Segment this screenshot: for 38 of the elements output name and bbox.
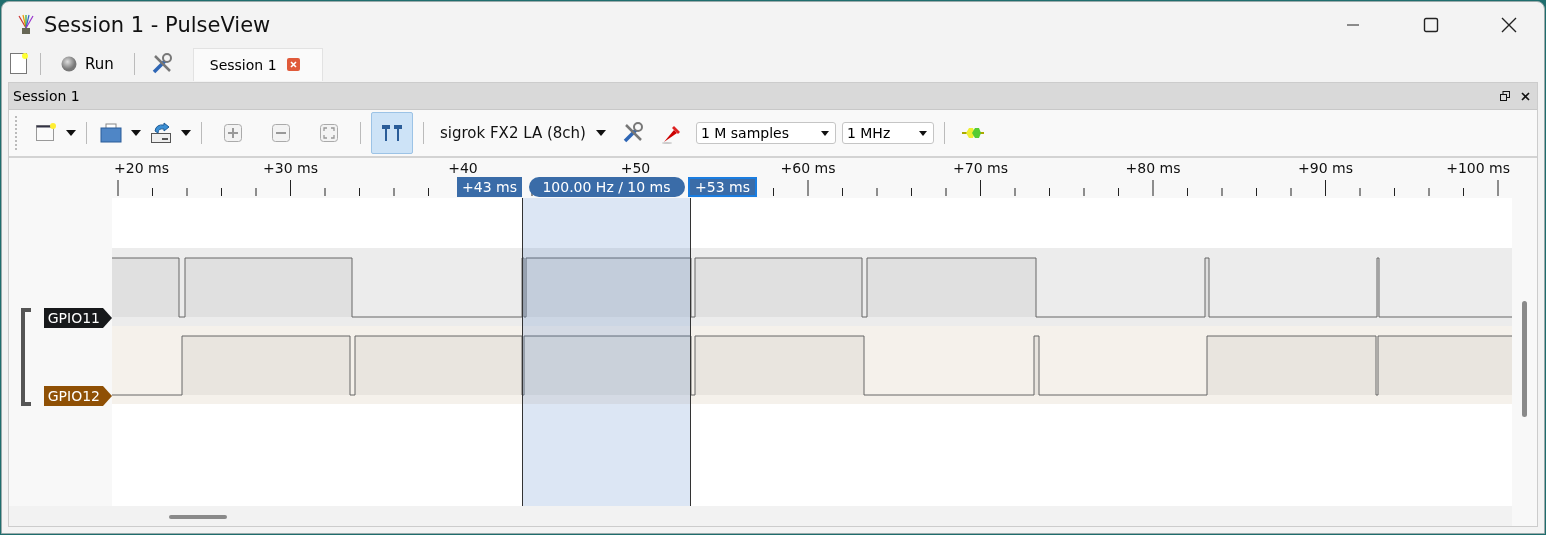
- caret-icon: [918, 130, 927, 136]
- maximize-icon[interactable]: [1423, 17, 1439, 33]
- cursor-flag[interactable]: +43 ms: [457, 177, 522, 197]
- close-icon[interactable]: [1520, 91, 1530, 101]
- cursor-span-label[interactable]: 100.00 Hz / 10 ms: [528, 177, 685, 197]
- close-icon[interactable]: [1501, 17, 1517, 33]
- time-label: +70 ms: [953, 160, 1008, 176]
- time-label: +60 ms: [780, 160, 836, 176]
- time-label: +30 ms: [263, 160, 318, 176]
- app-icon: [16, 14, 36, 36]
- session-tab[interactable]: Session 1: [192, 47, 323, 81]
- time-label: +100 ms: [1446, 160, 1510, 176]
- caret-icon[interactable]: [66, 130, 76, 136]
- float-icon[interactable]: [1500, 91, 1510, 101]
- run-button[interactable]: Run: [53, 53, 122, 75]
- window-title: Session 1 - PulseView: [44, 13, 272, 37]
- caret-icon: [595, 130, 606, 136]
- samplerate-dropdown[interactable]: 1 MHz: [841, 122, 934, 144]
- circle-icon: [61, 56, 77, 72]
- time-label: +20 ms: [114, 160, 169, 176]
- caret-icon[interactable]: [131, 130, 141, 136]
- device-selector[interactable]: sigrok FX2 LA (8ch): [434, 124, 612, 142]
- caret-icon[interactable]: [181, 130, 191, 136]
- time-label: +50: [620, 160, 651, 176]
- vertical-scrollbar[interactable]: [1522, 301, 1527, 417]
- horizontal-scrollbar[interactable]: [169, 515, 227, 519]
- new-session-icon[interactable]: [10, 53, 28, 75]
- dock-title: Session 1: [13, 88, 81, 104]
- time-label: +80 ms: [1125, 160, 1181, 176]
- channel-label[interactable]: GPIO11: [43, 308, 112, 328]
- cursor-icon: [381, 124, 403, 142]
- cursor-flag[interactable]: +53 ms: [688, 177, 757, 197]
- caret-icon: [820, 130, 829, 136]
- cursor-toggle-button[interactable]: [371, 112, 413, 154]
- time-label: +40: [448, 160, 478, 176]
- time-label: +90 ms: [1298, 160, 1353, 176]
- channel-label[interactable]: GPIO12: [43, 386, 112, 406]
- samples-dropdown[interactable]: 1 M samples: [695, 122, 836, 144]
